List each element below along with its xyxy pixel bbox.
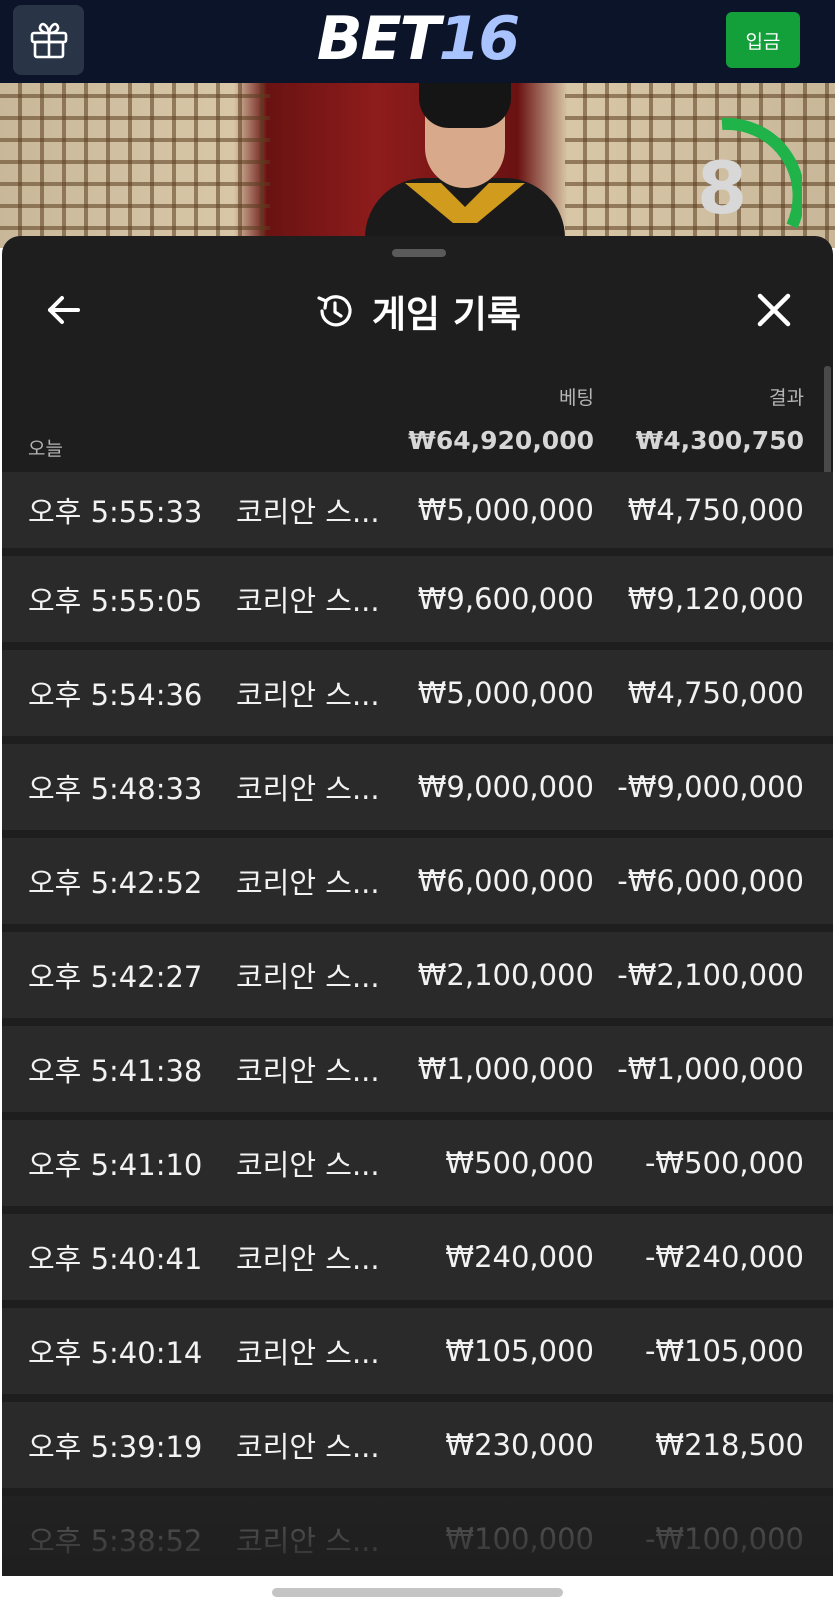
row-bet-amount: ₩500,000 (445, 1146, 594, 1180)
row-time: 오후 5:38:52 (28, 1524, 203, 1558)
sheet-title: 게임 기록 (371, 293, 522, 336)
row-time: 오후 5:41:10 (28, 1148, 203, 1182)
row-bet-amount: ₩1,000,000 (417, 1052, 594, 1086)
row-bet-amount: ₩240,000 (445, 1240, 594, 1274)
row-time: 오후 5:41:38 (28, 1054, 203, 1088)
arrow-left-icon (48, 296, 80, 324)
row-bet-amount: ₩9,600,000 (417, 582, 594, 616)
logo-text-bet: BET (316, 4, 441, 74)
history-row[interactable]: 오후 5:55:05 코리안 스... ₩9,600,000 ₩9,120,000 (2, 556, 833, 642)
history-row[interactable]: 오후 5:40:41 코리안 스... ₩240,000 -₩240,000 (2, 1214, 833, 1300)
lattice-decoration (0, 83, 270, 248)
row-time: 오후 5:39:19 (28, 1430, 203, 1464)
brand-logo: BET16 (0, 4, 835, 74)
row-result-amount: -₩500,000 (644, 1146, 804, 1180)
row-bet-amount: ₩100,000 (445, 1522, 594, 1556)
row-game: 코리안 스... (236, 678, 380, 712)
row-bet-amount: ₩6,000,000 (417, 864, 594, 898)
logo-text-num: 16 (438, 4, 520, 74)
total-bet: ₩64,920,000 (408, 426, 594, 455)
game-history-sheet: 게임 기록 베팅 결과 오늘 ₩64,920,000 ₩4,300,750 오후… (2, 236, 833, 1576)
row-game: 코리안 스... (236, 960, 380, 994)
row-game: 코리안 스... (236, 495, 380, 529)
row-game: 코리안 스... (236, 1336, 380, 1370)
row-bet-amount: ₩5,000,000 (417, 676, 594, 710)
row-result-amount: -₩100,000 (644, 1522, 804, 1556)
column-header-result: 결과 (769, 387, 804, 409)
history-row[interactable]: 오후 5:39:19 코리안 스... ₩230,000 ₩218,500 (2, 1402, 833, 1488)
row-game: 코리안 스... (236, 866, 380, 900)
history-row[interactable]: 오후 5:48:33 코리안 스... ₩9,000,000 -₩9,000,000 (2, 744, 833, 830)
scrollbar[interactable] (824, 366, 831, 476)
sheet-drag-handle[interactable] (392, 249, 446, 257)
row-game: 코리안 스... (236, 1430, 380, 1464)
home-indicator[interactable] (272, 1588, 563, 1597)
row-time: 오후 5:54:36 (28, 678, 203, 712)
row-time: 오후 5:42:52 (28, 866, 203, 900)
row-bet-amount: ₩5,000,000 (417, 493, 594, 527)
history-list: 오후 5:55:33 코리안 스... ₩5,000,000 ₩4,750,000 오후… (2, 472, 833, 1576)
row-result-amount: -₩240,000 (644, 1240, 804, 1274)
close-button[interactable] (750, 286, 798, 334)
row-result-amount: -₩1,000,000 (617, 1052, 804, 1086)
row-result-amount: ₩218,500 (655, 1428, 804, 1462)
history-row[interactable]: 오후 5:38:52 코리안 스... ₩100,000 -₩100,000 (2, 1496, 833, 1576)
date-group-label: 오늘 (28, 438, 63, 460)
history-row[interactable]: 오후 5:41:10 코리안 스... ₩500,000 -₩500,000 (2, 1120, 833, 1206)
row-game: 코리안 스... (236, 1524, 380, 1558)
close-icon (757, 293, 791, 327)
row-time: 오후 5:40:41 (28, 1242, 203, 1276)
top-bar: BET16 입금 (0, 0, 835, 83)
row-result-amount: ₩4,750,000 (627, 493, 804, 527)
row-time: 오후 5:40:14 (28, 1336, 203, 1370)
history-row[interactable]: 오후 5:54:36 코리안 스... ₩5,000,000 ₩4,750,000 (2, 650, 833, 736)
row-time: 오후 5:55:05 (28, 584, 203, 618)
row-bet-amount: ₩9,000,000 (417, 770, 594, 804)
row-time: 오후 5:55:33 (28, 495, 203, 529)
row-game: 코리안 스... (236, 584, 380, 618)
row-bet-amount: ₩105,000 (445, 1334, 594, 1368)
row-result-amount: -₩105,000 (644, 1334, 804, 1368)
history-row[interactable]: 오후 5:42:52 코리안 스... ₩6,000,000 -₩6,000,000 (2, 838, 833, 924)
column-header-bet: 베팅 (559, 387, 594, 409)
row-result-amount: -₩2,100,000 (617, 958, 804, 992)
row-result-amount: ₩4,750,000 (627, 676, 804, 710)
sheet-header: 게임 기록 (2, 281, 833, 341)
history-row[interactable]: 오후 5:41:38 코리안 스... ₩1,000,000 -₩1,000,000 (2, 1026, 833, 1112)
row-time: 오후 5:48:33 (28, 772, 203, 806)
history-icon (317, 295, 352, 327)
row-game: 코리안 스... (236, 1148, 380, 1182)
row-bet-amount: ₩230,000 (445, 1428, 594, 1462)
row-result-amount: -₩6,000,000 (617, 864, 804, 898)
history-row[interactable]: 오후 5:42:27 코리안 스... ₩2,100,000 -₩2,100,000 (2, 932, 833, 1018)
row-time: 오후 5:42:27 (28, 960, 203, 994)
row-game: 코리안 스... (236, 772, 380, 806)
back-button[interactable] (40, 286, 88, 334)
row-bet-amount: ₩2,100,000 (417, 958, 594, 992)
deposit-button[interactable]: 입금 (726, 12, 800, 68)
row-game: 코리안 스... (236, 1054, 380, 1088)
row-result-amount: ₩9,120,000 (627, 582, 804, 616)
history-row[interactable]: 오후 5:40:14 코리안 스... ₩105,000 -₩105,000 (2, 1308, 833, 1394)
total-result: ₩4,300,750 (635, 426, 804, 455)
row-game: 코리안 스... (236, 1242, 380, 1276)
row-result-amount: -₩9,000,000 (617, 770, 804, 804)
dealer-image (355, 83, 565, 248)
history-row[interactable]: 오후 5:55:33 코리안 스... ₩5,000,000 ₩4,750,000 (2, 472, 833, 548)
